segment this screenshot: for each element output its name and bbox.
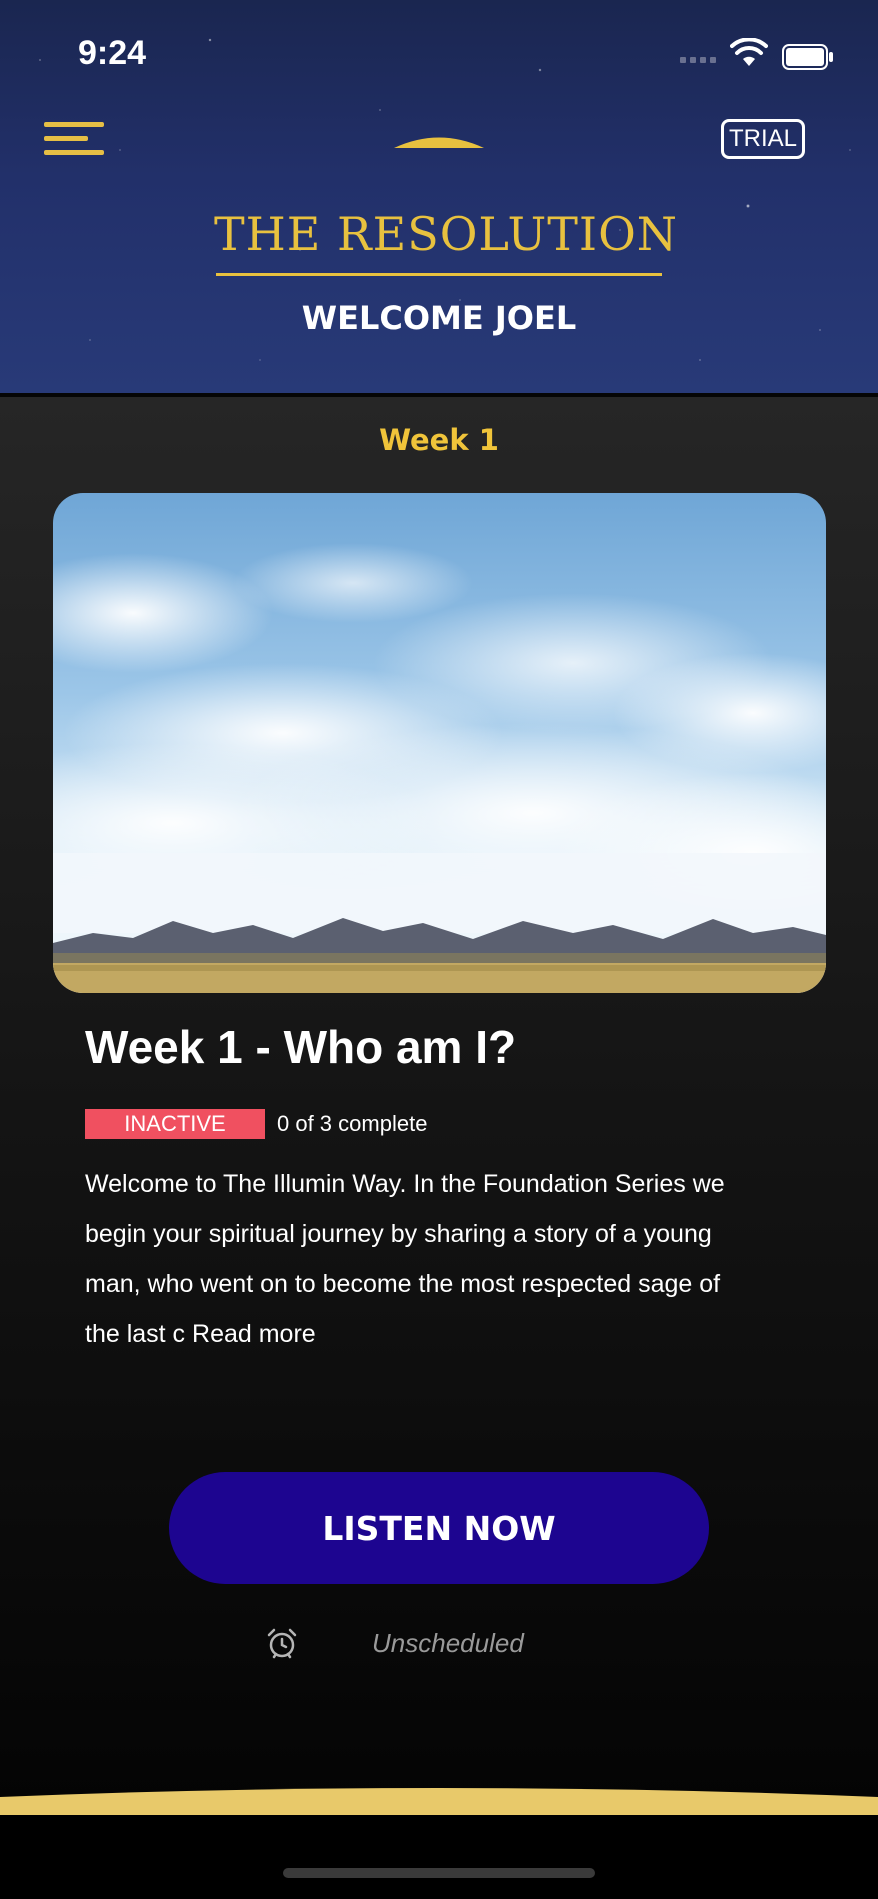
sun-arc-logo-icon xyxy=(394,137,484,148)
welcome-message: WELCOME JOEL xyxy=(301,299,577,337)
wifi-icon xyxy=(730,38,768,66)
app-title: THE RESOLUTION xyxy=(214,207,679,261)
home-indicator[interactable] xyxy=(283,1868,595,1878)
hamburger-menu-icon[interactable] xyxy=(44,122,104,158)
clouds-mountains-illustration xyxy=(53,543,826,993)
trial-button[interactable]: TRIAL xyxy=(721,119,805,159)
header: 9:24 TRIAL THE RESOLUTION WELCOME JOEL xyxy=(0,0,878,393)
status-time: 9:24 xyxy=(78,34,147,72)
read-more-link[interactable]: Read more xyxy=(192,1320,316,1348)
lesson-title: Week 1 - Who am I? xyxy=(85,1021,517,1073)
progress-text: 0 of 3 complete xyxy=(277,1111,428,1136)
bottom-gold-arc xyxy=(0,1788,878,1815)
lesson-hero-image[interactable] xyxy=(53,493,826,993)
bottom-bar xyxy=(0,1815,878,1899)
battery-icon xyxy=(782,44,833,70)
schedule-status[interactable]: Unscheduled xyxy=(372,1628,524,1659)
description-text: Welcome to The Illumin Way. In the Found… xyxy=(85,1170,725,1348)
alarm-clock-icon[interactable] xyxy=(266,1628,298,1660)
listen-now-button[interactable]: LISTEN NOW xyxy=(169,1472,709,1584)
main-content: Week 1 Week 1 - Who am I? INACTIVE 0 of … xyxy=(0,393,878,1899)
title-underline xyxy=(216,273,662,276)
cellular-signal-icon xyxy=(680,57,716,63)
status-badge: INACTIVE xyxy=(85,1109,265,1139)
lesson-description: Welcome to The Illumin Way. In the Found… xyxy=(85,1159,725,1359)
week-label: Week 1 xyxy=(379,423,499,457)
